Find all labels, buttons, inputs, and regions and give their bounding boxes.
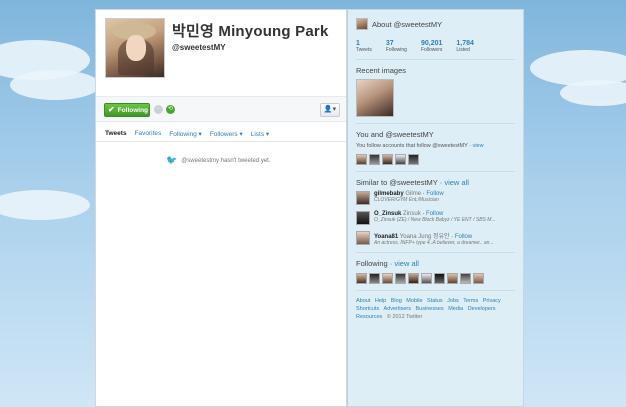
footer-link[interactable]: Developers: [468, 306, 496, 312]
similar-user-bio: O_Zinsuk (ZE) / New Block Babyz / YE ENT…: [374, 217, 496, 223]
avatar[interactable]: [434, 273, 445, 284]
you-and-title: You and @sweetestMY: [356, 130, 434, 139]
avatar[interactable]: [356, 191, 370, 205]
divider: [356, 171, 515, 172]
profile-avatar[interactable]: [105, 18, 165, 78]
tab-following[interactable]: Following ▾: [169, 130, 202, 138]
footer-link[interactable]: Resources: [356, 314, 382, 320]
tab-favorites[interactable]: Favorites: [135, 130, 162, 138]
tab-tweets[interactable]: Tweets: [105, 130, 127, 138]
footer-link[interactable]: Mobile: [406, 298, 422, 304]
profile-name: 박민영 Minyoung Park: [172, 23, 329, 40]
avatar[interactable]: [408, 154, 419, 165]
footer-link[interactable]: Jobs: [447, 298, 459, 304]
avatar[interactable]: [395, 154, 406, 165]
avatar[interactable]: [356, 211, 370, 225]
avatar: [356, 18, 368, 30]
divider: [356, 123, 515, 124]
avatar[interactable]: [473, 273, 484, 284]
user-actions-dropdown[interactable]: 👤▾: [320, 103, 340, 117]
similar-view-all-link[interactable]: view all: [444, 178, 469, 187]
stat-tweets[interactable]: 1 Tweets: [356, 40, 372, 53]
similar-user-bio: CLOVER/GYM Ent./Musician: [374, 197, 439, 203]
footer-link[interactable]: Media: [448, 306, 463, 312]
profile-screen-name: @sweetestMY: [172, 43, 226, 52]
divider: [356, 252, 515, 253]
recent-images-title: Recent images: [356, 66, 407, 75]
cloud: [10, 70, 100, 100]
profile-tabs: Tweets Favorites Following ▾ Followers ▾…: [105, 130, 269, 138]
similar-user-item: O_Zinsuk Zinsuk · Follow O_Zinsuk (ZE) /…: [356, 211, 515, 225]
footer-link[interactable]: Businesses: [416, 306, 444, 312]
profile-sidebar: About @sweetestMY 1 Tweets 37 Following 90…: [347, 9, 524, 407]
avatar[interactable]: [447, 273, 458, 284]
following-view-all-link[interactable]: view all: [394, 259, 419, 268]
avatar[interactable]: [356, 273, 367, 284]
avatar[interactable]: [382, 154, 393, 165]
tab-lists[interactable]: Lists ▾: [251, 130, 269, 138]
empty-message: @sweetestmy hasn't tweeted yet.: [181, 157, 271, 164]
copyright: © 2012 Twitter: [386, 314, 423, 320]
footer-link[interactable]: Shortcuts: [356, 306, 379, 312]
footer-link[interactable]: Help: [375, 298, 386, 304]
footer-link[interactable]: Blog: [391, 298, 402, 304]
footer-links: About Help Blog Mobile Status Jobs Terms…: [356, 297, 515, 321]
about-header: About @sweetestMY: [356, 18, 515, 30]
following-header: Following · view all: [356, 259, 419, 268]
tab-followers[interactable]: Followers ▾: [210, 130, 243, 138]
following-button[interactable]: ✔ Following: [104, 103, 150, 117]
mutual-follow-thumbs: [356, 154, 515, 165]
bird-icon: 🐦: [166, 155, 178, 165]
retweets-icon[interactable]: ⟲: [166, 105, 175, 114]
person-icon: 👤▾: [323, 106, 337, 113]
avatar[interactable]: [369, 273, 380, 284]
divider: [356, 290, 515, 291]
stat-following[interactable]: 37 Following: [386, 40, 407, 53]
avatar[interactable]: [421, 273, 432, 284]
empty-timeline: 🐦 @sweetestmy hasn't tweeted yet.: [166, 155, 271, 166]
footer-link[interactable]: About: [356, 298, 370, 304]
cloud: [560, 80, 626, 106]
footer-link[interactable]: Advertisers: [383, 306, 411, 312]
divider: [356, 59, 515, 60]
notifications-icon[interactable]: ◦: [154, 105, 163, 114]
avatar[interactable]: [382, 273, 393, 284]
recent-image-thumbnail[interactable]: [356, 79, 394, 117]
divider: [96, 141, 346, 142]
avatar[interactable]: [395, 273, 406, 284]
profile-action-bar: ✔ Following ◦ ⟲ 👤▾: [96, 96, 346, 122]
avatar[interactable]: [356, 231, 370, 245]
similar-user-bio: An actress, INFP+ type 4..A believer, a …: [374, 240, 494, 246]
footer-link[interactable]: Status: [427, 298, 443, 304]
stat-followers[interactable]: 90,201 Followers: [421, 40, 442, 53]
avatar[interactable]: [408, 273, 419, 284]
similar-user-item: Yoana81 Yoana Jung 정유안 · Follow An actre…: [356, 231, 515, 246]
cloud: [0, 190, 90, 220]
following-button-label: Following: [117, 106, 149, 114]
similar-user-item: gilmebaby Gilme · Follow CLOVER/GYM Ent.…: [356, 191, 515, 205]
view-link[interactable]: view: [473, 143, 484, 149]
you-follow-text: You follow accounts that follow @sweetes…: [356, 143, 484, 149]
footer-link[interactable]: Terms: [463, 298, 478, 304]
profile-main-panel: 박민영 Minyoung Park @sweetestMY ✔ Followin…: [95, 9, 347, 407]
following-thumbs: [356, 273, 515, 284]
similar-header: Similar to @sweetestMY · view all: [356, 178, 469, 187]
footer-link[interactable]: Privacy: [483, 298, 501, 304]
profile-stats: 1 Tweets 37 Following 90,201 Followers 1,78…: [356, 40, 515, 53]
stat-listed[interactable]: 1,784 Listed: [456, 40, 474, 53]
checkmark-icon: ✔: [108, 105, 115, 114]
about-title: About @sweetestMY: [372, 19, 443, 29]
avatar[interactable]: [369, 154, 380, 165]
avatar[interactable]: [356, 154, 367, 165]
avatar[interactable]: [460, 273, 471, 284]
